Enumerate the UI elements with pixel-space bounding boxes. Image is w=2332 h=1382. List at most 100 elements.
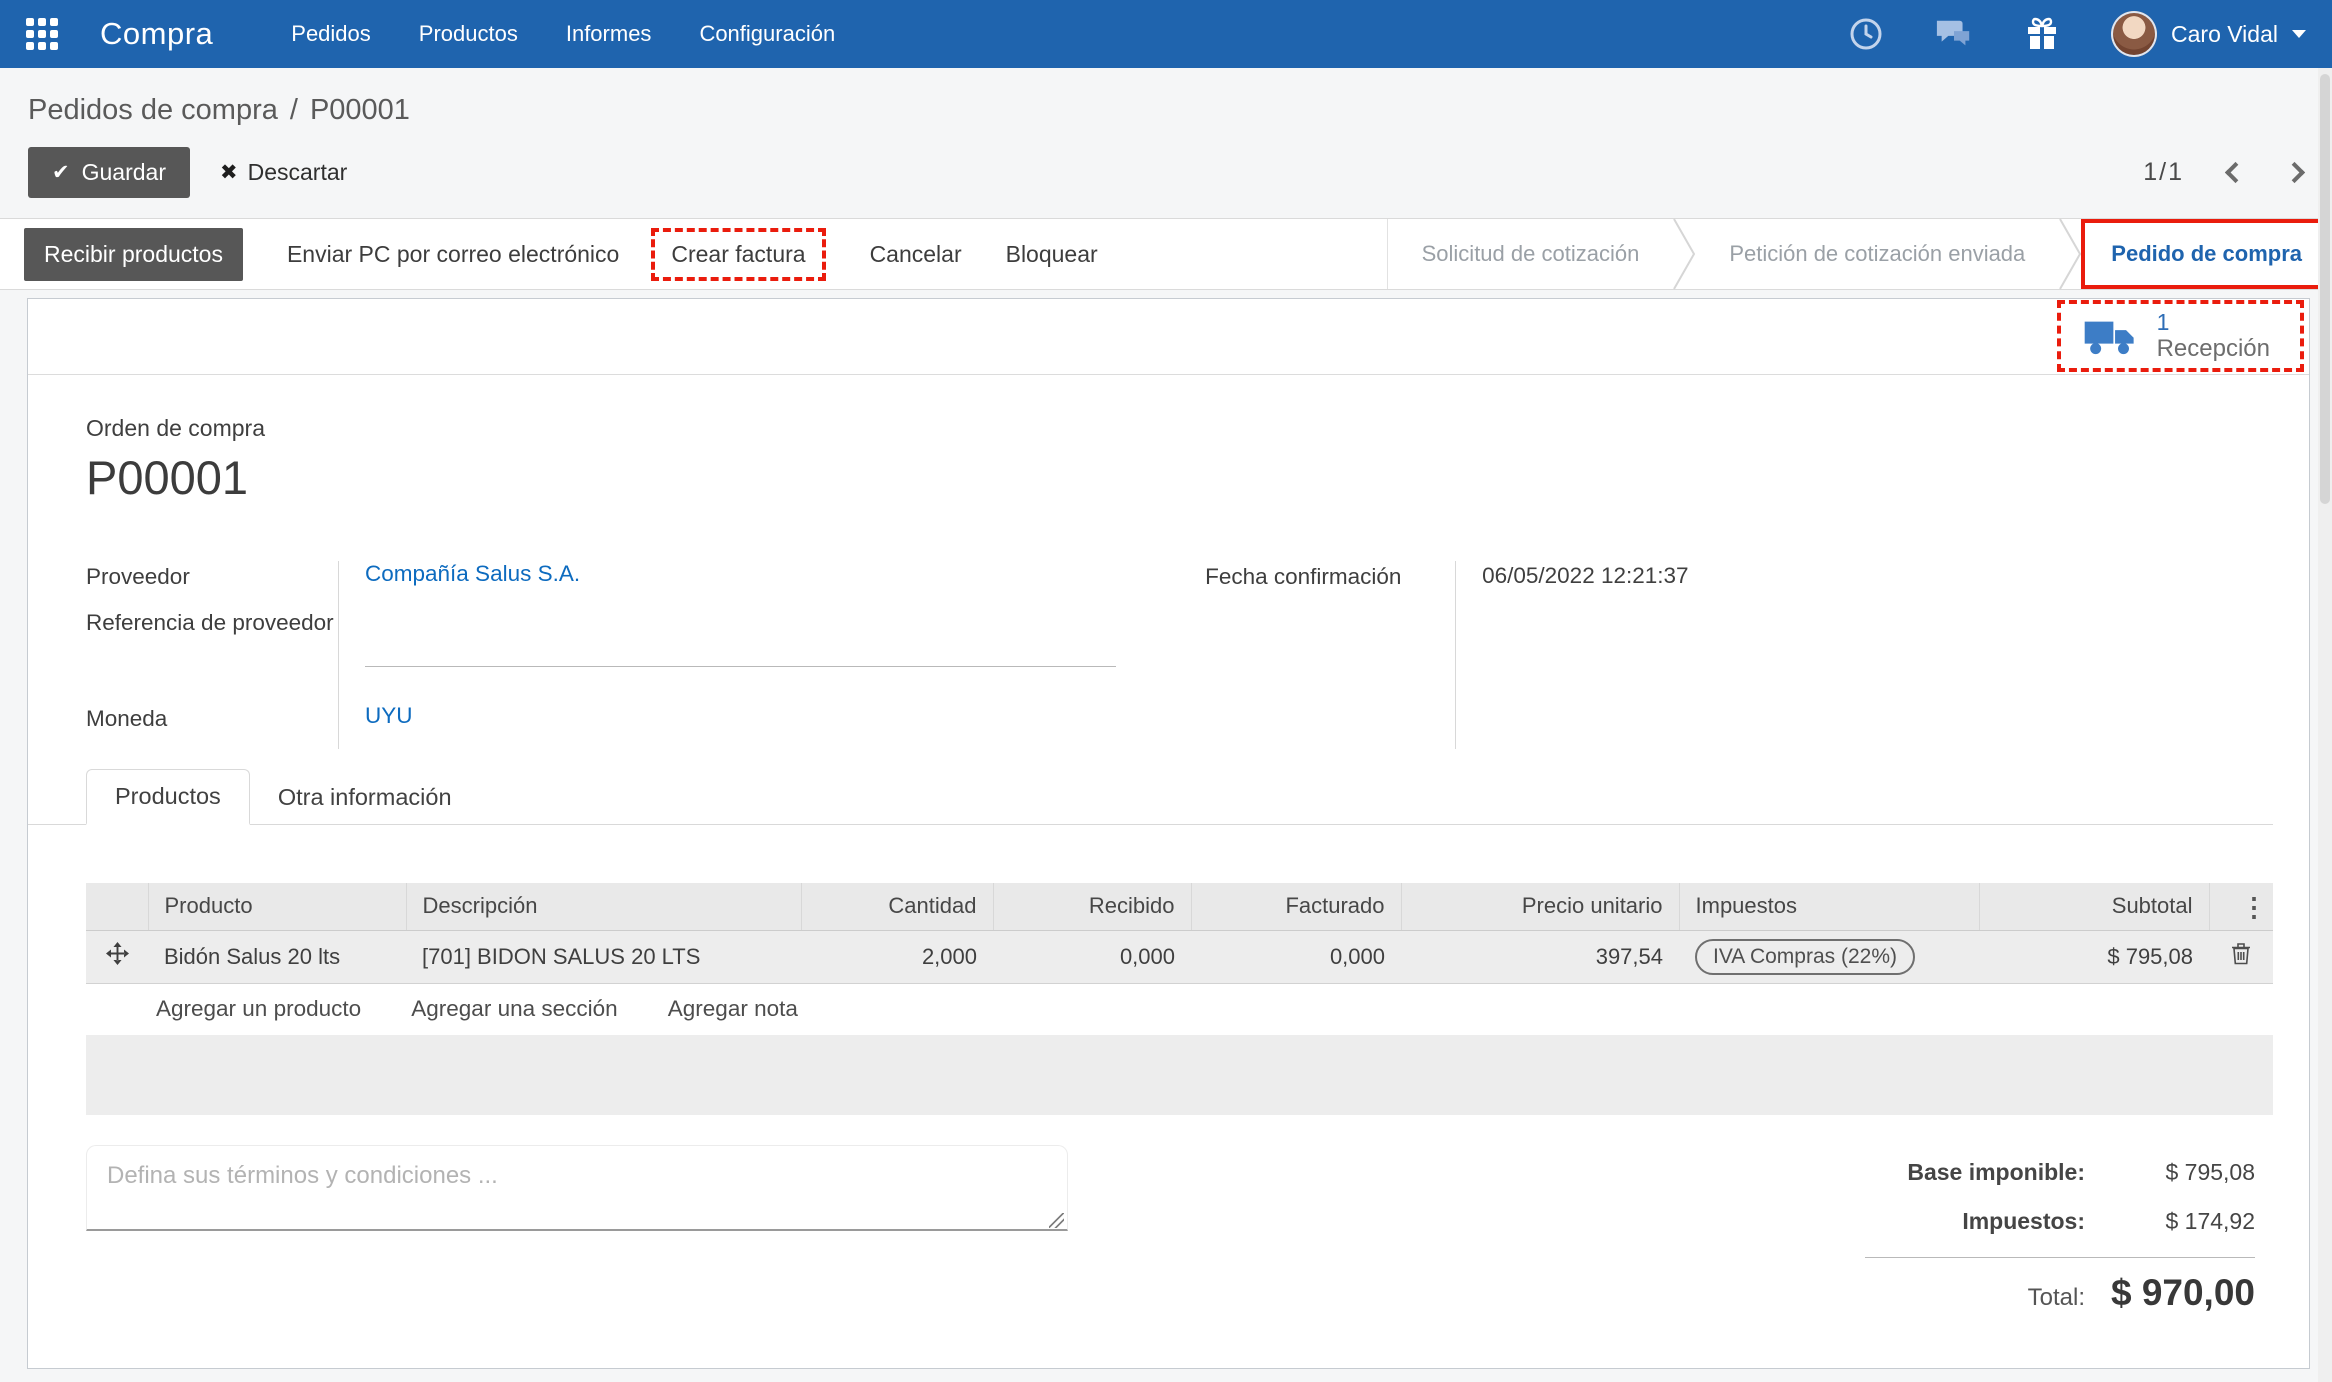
confirm-date-label: Fecha confirmación	[1205, 561, 1455, 657]
activities-clock-icon[interactable]	[1847, 15, 1885, 53]
col-subtotal[interactable]: Subtotal	[1979, 883, 2209, 930]
drag-handle[interactable]	[86, 930, 148, 983]
totals-block: Base imponible: $ 795,08 Impuestos: $ 17…	[1835, 1159, 2255, 1336]
save-button[interactable]: ✔ Guardar	[28, 147, 190, 198]
column-options-icon[interactable]: ⋮	[2241, 892, 2267, 923]
reception-label: Recepción	[2157, 335, 2270, 363]
main-menu: Pedidos Productos Informes Configuración	[291, 21, 835, 47]
empty-line-strip	[86, 1035, 2273, 1115]
col-facturado[interactable]: Facturado	[1191, 883, 1401, 930]
menu-pedidos[interactable]: Pedidos	[291, 21, 371, 47]
purchase-order-page: Compra Pedidos Productos Informes Config…	[0, 0, 2332, 1382]
check-icon: ✔	[52, 160, 70, 185]
cell-cantidad[interactable]: 2,000	[801, 930, 993, 983]
col-precio-unitario[interactable]: Precio unitario	[1401, 883, 1679, 930]
scrollbar-thumb[interactable]	[2320, 74, 2330, 504]
order-name: P00001	[86, 450, 2273, 505]
taxes-label: Impuestos:	[1962, 1208, 2085, 1235]
apps-grid-icon[interactable]	[26, 18, 58, 50]
supplier-label: Proveedor	[86, 561, 338, 607]
pager: 1/1	[2143, 158, 2302, 187]
untaxed-value: $ 795,08	[2085, 1159, 2255, 1186]
col-cantidad[interactable]: Cantidad	[801, 883, 993, 930]
table-footer-links: Agregar un producto Agregar una sección …	[86, 983, 2273, 1035]
order-lines: Producto Descripción Cantidad Recibido F…	[86, 883, 2273, 1115]
col-producto[interactable]: Producto	[148, 883, 406, 930]
order-line-row[interactable]: Bidón Salus 20 lts [701] BIDON SALUS 20 …	[86, 930, 2273, 983]
total-value: $ 970,00	[2085, 1272, 2255, 1314]
reception-smart-button[interactable]: 1 Recepción	[2061, 304, 2300, 368]
truck-icon	[2083, 316, 2137, 356]
avatar	[2111, 11, 2157, 57]
user-menu[interactable]: Caro Vidal	[2111, 11, 2306, 57]
menu-productos[interactable]: Productos	[419, 21, 518, 47]
control-panel: ✔ Guardar ✖ Descartar 1/1	[0, 127, 2332, 218]
breadcrumb-parent[interactable]: Pedidos de compra	[28, 94, 278, 126]
cell-facturado[interactable]: 0,000	[1191, 930, 1401, 983]
navbar-right: Caro Vidal	[1847, 11, 2306, 57]
pager-count: 1/1	[2143, 158, 2184, 187]
step-solicitud-cotizacion[interactable]: Solicitud de cotización	[1388, 219, 1674, 289]
reception-highlight: 1 Recepción	[2057, 300, 2304, 372]
cell-precio-unitario[interactable]: 397,54	[1401, 930, 1679, 983]
chevron-left-icon[interactable]	[2225, 162, 2246, 183]
form-sheet: 1 Recepción Orden de compra P00001 Prove…	[27, 298, 2310, 1369]
gift-icon[interactable]	[2023, 15, 2061, 53]
create-invoice-button[interactable]: Crear factura	[671, 241, 805, 268]
order-title-label: Orden de compra	[86, 415, 2273, 442]
menu-configuracion[interactable]: Configuración	[699, 21, 835, 47]
drag-handle-icon	[106, 942, 129, 965]
step-peticion-enviada[interactable]: Petición de cotización enviada	[1695, 219, 2059, 289]
tab-productos[interactable]: Productos	[86, 769, 250, 825]
reception-text: 1 Recepción	[2157, 309, 2270, 363]
tax-badge[interactable]: IVA Compras (22%)	[1695, 939, 1915, 975]
taxes-value: $ 174,92	[2085, 1208, 2255, 1235]
add-section-link[interactable]: Agregar una sección	[411, 996, 617, 1022]
col-recibido[interactable]: Recibido	[993, 883, 1191, 930]
resize-handle-icon[interactable]	[1049, 1213, 1064, 1228]
terms-textarea[interactable]	[86, 1145, 1068, 1231]
field-groups: Proveedor Referencia de proveedor Moneda…	[86, 561, 2273, 749]
col-impuestos[interactable]: Impuestos	[1679, 883, 1979, 930]
currency-link[interactable]: UYU	[365, 703, 413, 729]
cell-descripcion[interactable]: [701] BIDON SALUS 20 LTS	[406, 930, 801, 983]
discard-button[interactable]: ✖ Descartar	[220, 159, 347, 186]
delete-line-cell	[2209, 930, 2273, 983]
create-invoice-highlight: Crear factura	[651, 228, 825, 281]
supplier-link[interactable]: Compañía Salus S.A.	[365, 561, 580, 587]
statusbar: Recibir productos Enviar PC por correo e…	[0, 218, 2332, 290]
confirm-date-value[interactable]: 06/05/2022 12:21:37	[1482, 561, 2273, 657]
add-product-link[interactable]: Agregar un producto	[156, 996, 361, 1022]
save-label: Guardar	[82, 159, 166, 186]
cell-recibido[interactable]: 0,000	[993, 930, 1191, 983]
terms-area	[86, 1145, 1068, 1236]
caret-down-icon	[2292, 30, 2306, 38]
total-label: Total:	[2028, 1284, 2085, 1312]
sheet-bottom: Base imponible: $ 795,08 Impuestos: $ 17…	[86, 1145, 2273, 1336]
sheet-body: Orden de compra P00001 Proveedor Referen…	[28, 375, 2309, 749]
reception-count: 1	[2157, 309, 2270, 335]
add-note-link[interactable]: Agregar nota	[668, 996, 798, 1022]
notebook-tabs: Productos Otra información	[28, 769, 2273, 825]
trash-icon[interactable]	[2231, 942, 2251, 965]
col-descripcion[interactable]: Descripción	[406, 883, 801, 930]
smart-button-row: 1 Recepción	[28, 299, 2309, 375]
breadcrumb: Pedidos de compra / P00001	[0, 68, 2332, 127]
menu-informes[interactable]: Informes	[566, 21, 652, 47]
receive-products-button[interactable]: Recibir productos	[24, 228, 243, 281]
chevron-right-icon[interactable]	[2284, 162, 2305, 183]
step-pedido-de-compra[interactable]: Pedido de compra	[2081, 219, 2332, 289]
lock-button[interactable]: Bloquear	[1006, 241, 1098, 268]
top-navbar: Compra Pedidos Productos Informes Config…	[0, 0, 2332, 68]
vendor-ref-input[interactable]	[365, 633, 1116, 667]
messages-chat-icon[interactable]	[1935, 15, 1973, 53]
app-name[interactable]: Compra	[100, 16, 213, 52]
cell-producto[interactable]: Bidón Salus 20 lts	[148, 930, 406, 983]
send-by-email-button[interactable]: Enviar PC por correo electrónico	[287, 241, 619, 268]
breadcrumb-separator: /	[290, 94, 298, 126]
x-icon: ✖	[220, 160, 238, 185]
table-header-row: Producto Descripción Cantidad Recibido F…	[86, 883, 2273, 930]
tab-otra-informacion[interactable]: Otra información	[250, 771, 480, 824]
breadcrumb-current: P00001	[310, 94, 410, 126]
cancel-button[interactable]: Cancelar	[870, 241, 962, 268]
